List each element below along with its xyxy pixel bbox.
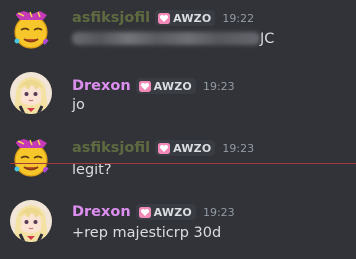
message-header: asfiksjofil AWZO 19:22	[72, 9, 254, 27]
message-text: JC	[260, 31, 275, 47]
server-tag[interactable]: AWZO	[135, 78, 196, 94]
message-text: +rep majesticrp 30d	[72, 225, 222, 241]
username[interactable]: asfiksjofil	[72, 140, 150, 156]
message-2: Drexon AWZO 19:23 jo	[0, 68, 356, 128]
message-text: jo	[72, 97, 85, 113]
message-content: JC	[72, 31, 274, 47]
heart-icon	[138, 206, 151, 218]
message-header: asfiksjofil AWZO 19:23	[72, 139, 254, 157]
message-content: +rep majesticrp 30d	[72, 225, 221, 241]
redacted-text	[72, 32, 260, 45]
server-tag-label: AWZO	[173, 141, 212, 155]
smiley-emoji-avatar-icon	[10, 136, 52, 178]
message-content: legit?	[72, 162, 112, 178]
timestamp[interactable]: 19:23	[203, 206, 235, 219]
message-content: jo	[72, 97, 85, 113]
timestamp[interactable]: 19:23	[222, 142, 254, 155]
server-tag[interactable]: AWZO	[155, 10, 216, 26]
smiley-emoji-avatar-icon	[10, 8, 52, 50]
user-avatar[interactable]	[10, 72, 52, 114]
heart-icon	[158, 12, 171, 24]
anime-girl-avatar-icon	[10, 200, 52, 242]
new-messages-divider	[10, 163, 356, 164]
server-tag[interactable]: AWZO	[135, 204, 196, 220]
server-tag[interactable]: AWZO	[155, 140, 216, 156]
chat-message-list: asfiksjofil AWZO 19:22 JC Drexon AWZO 19…	[0, 0, 356, 259]
message-1: asfiksjofil AWZO 19:22 JC	[0, 0, 356, 60]
timestamp[interactable]: 19:22	[222, 12, 254, 25]
heart-icon	[138, 80, 151, 92]
username[interactable]: Drexon	[72, 204, 131, 220]
message-3: asfiksjofil AWZO 19:23 legit?	[0, 132, 356, 178]
message-header: Drexon AWZO 19:23	[72, 203, 235, 221]
anime-girl-avatar-icon	[10, 72, 52, 114]
user-avatar[interactable]	[10, 8, 52, 50]
username[interactable]: Drexon	[72, 78, 131, 94]
user-avatar[interactable]	[10, 136, 52, 178]
message-header: Drexon AWZO 19:23	[72, 77, 235, 95]
message-text: legit?	[72, 162, 112, 178]
timestamp[interactable]: 19:23	[203, 80, 235, 93]
message-4: Drexon AWZO 19:23 +rep majesticrp 30d	[0, 196, 356, 256]
user-avatar[interactable]	[10, 200, 52, 242]
username[interactable]: asfiksjofil	[72, 10, 150, 26]
server-tag-label: AWZO	[153, 205, 192, 219]
server-tag-label: AWZO	[173, 11, 212, 25]
heart-icon	[158, 142, 171, 154]
server-tag-label: AWZO	[153, 79, 192, 93]
